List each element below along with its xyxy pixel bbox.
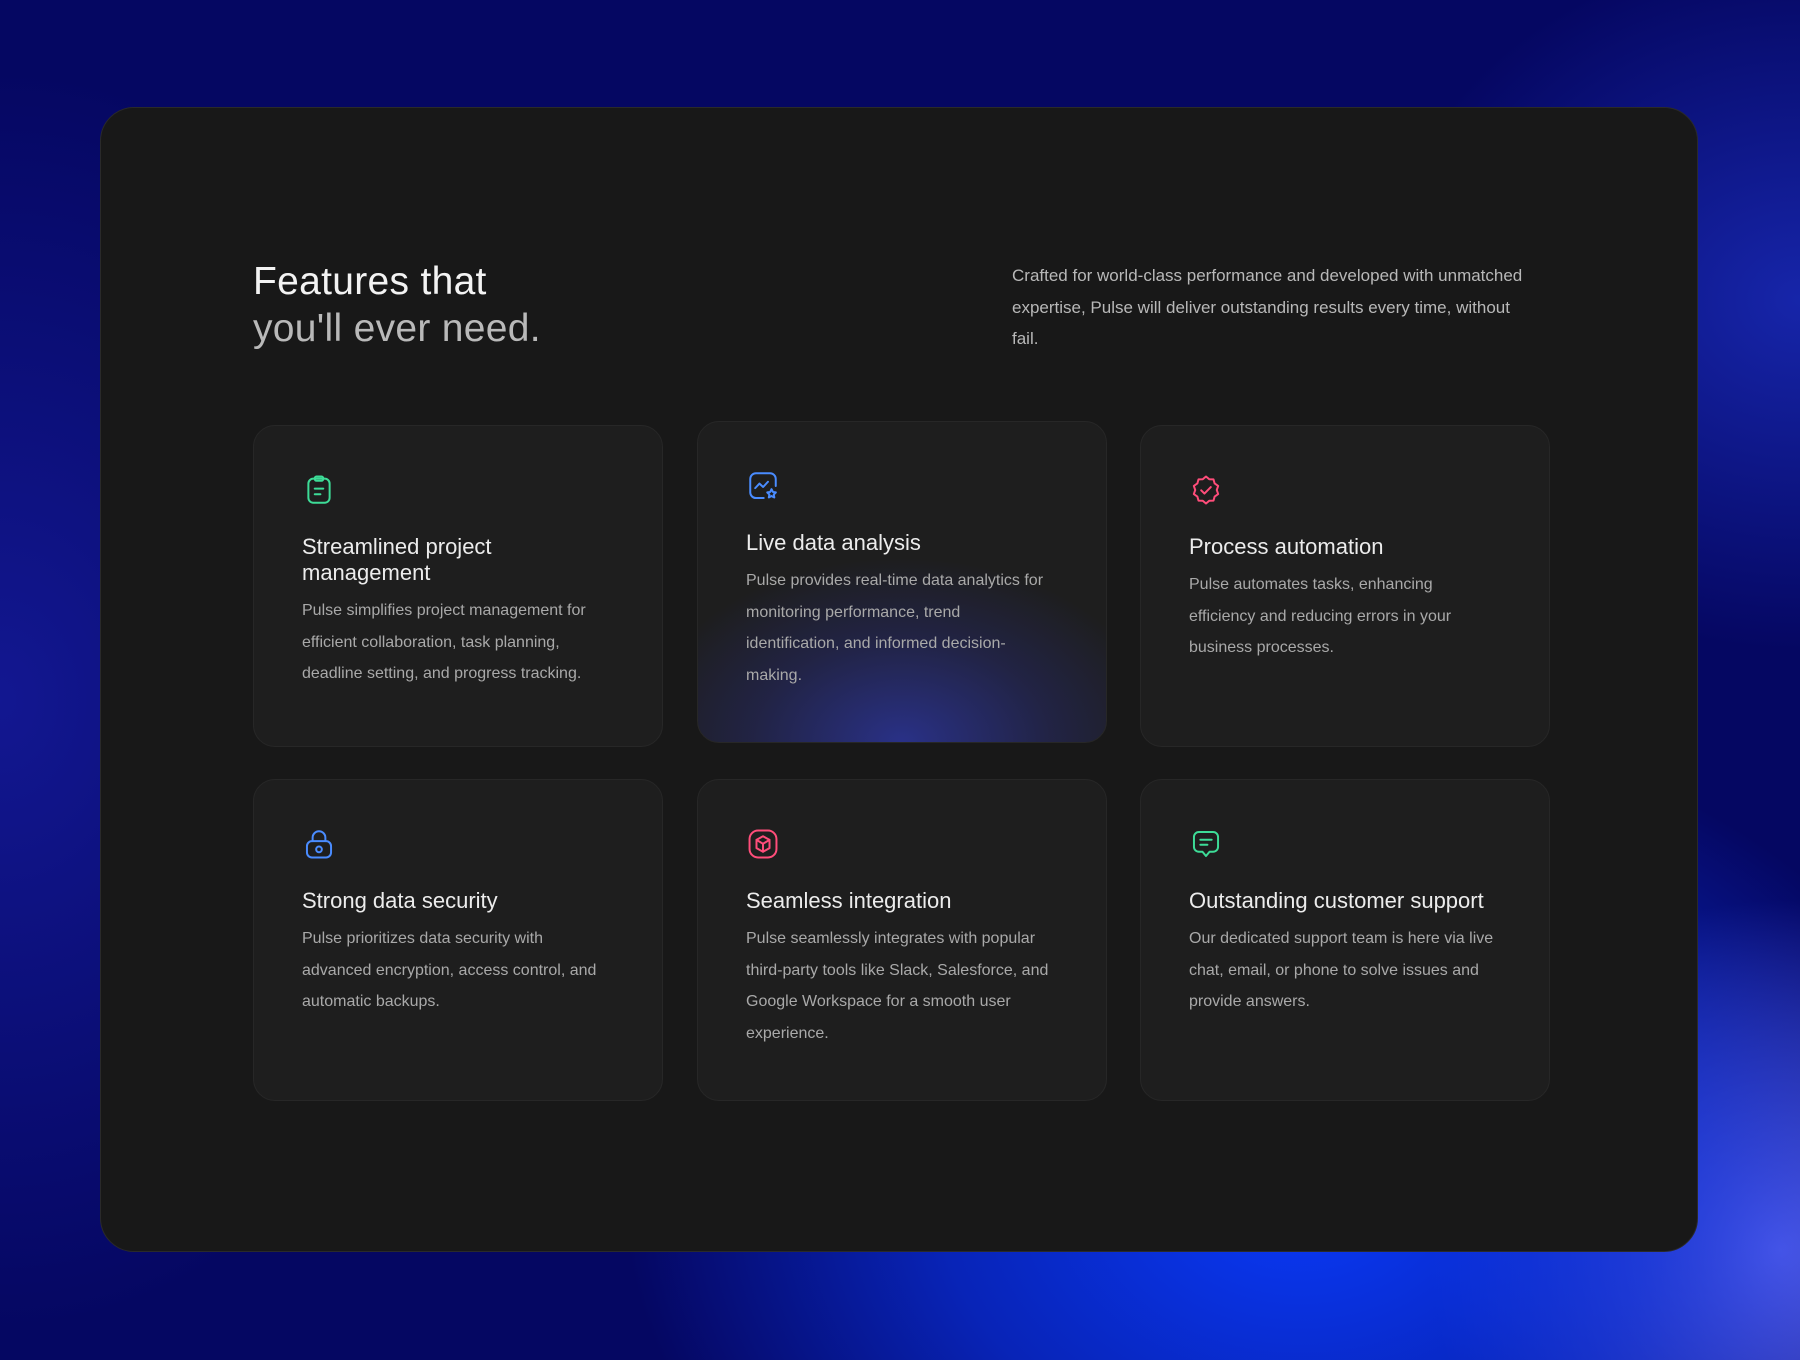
lock-icon — [302, 827, 336, 861]
features-panel: Features that you'll ever need. Crafted … — [100, 107, 1698, 1252]
chat-message-icon — [1189, 827, 1223, 861]
feature-title: Seamless integration — [746, 888, 952, 913]
feature-description: Our dedicated support team is here via l… — [1189, 930, 1494, 1010]
feature-title: Live data analysis — [746, 530, 921, 555]
feature-description: Pulse prioritizes data security with adv… — [302, 930, 597, 1010]
feature-card-project-management: Streamlined project management Pulse sim… — [253, 425, 663, 747]
intro-text: Crafted for world-class performance and … — [1012, 266, 1523, 348]
verified-badge-icon — [1189, 473, 1223, 507]
feature-card-data-security: Strong data security Pulse prioritizes d… — [253, 779, 663, 1101]
feature-card-live-data-analysis: Live data analysis Pulse provides real-t… — [697, 421, 1107, 743]
feature-card-process-automation: Process automation Pulse automates tasks… — [1140, 425, 1550, 747]
title-line-2: you'll ever need. — [253, 307, 541, 350]
clipboard-icon — [302, 473, 336, 507]
feature-description: Pulse provides real-time data analytics … — [746, 572, 1044, 684]
feature-card-customer-support: Outstanding customer support Our dedicat… — [1140, 779, 1550, 1101]
feature-title: Strong data security — [302, 888, 498, 913]
feature-description: Pulse simplifies project management for … — [302, 602, 586, 682]
feature-title: Outstanding customer support — [1189, 888, 1484, 913]
feature-card-integration: Seamless integration Pulse seamlessly in… — [697, 779, 1107, 1101]
feature-description: Pulse seamlessly integrates with popular… — [746, 930, 1049, 1042]
feature-title: Streamlined project management — [302, 534, 492, 585]
page-title: Features that you'll ever need. — [253, 258, 541, 352]
chart-analysis-icon — [746, 469, 780, 503]
feature-title: Process automation — [1189, 534, 1384, 559]
title-line-1: Features that — [253, 260, 487, 303]
cube-integration-icon — [746, 827, 780, 861]
feature-description: Pulse automates tasks, enhancing efficie… — [1189, 576, 1452, 656]
